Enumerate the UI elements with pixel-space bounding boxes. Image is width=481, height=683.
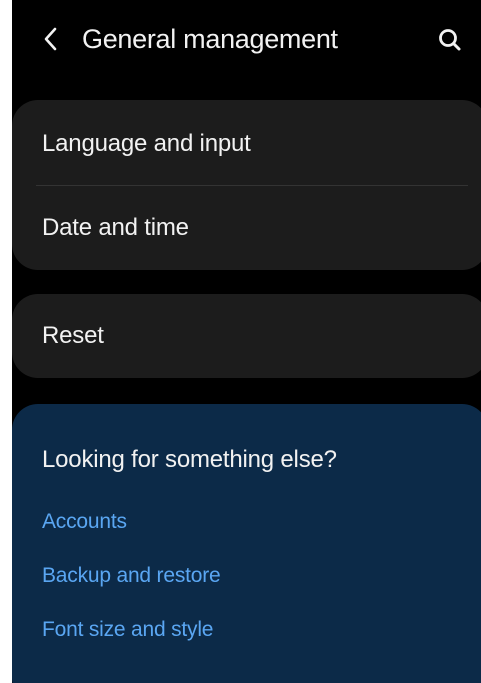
menu-item-language-and-input[interactable]: Language and input [42, 102, 468, 186]
search-icon [439, 29, 461, 51]
suggestion-link-backup-and-restore[interactable]: Backup and restore [42, 564, 221, 588]
settings-group-2: Reset [12, 294, 481, 378]
menu-item-label: Reset [42, 322, 104, 349]
suggestions-title: Looking for something else? [42, 446, 337, 473]
chevron-left-icon [44, 27, 57, 51]
suggestion-link-font-size-and-style[interactable]: Font size and style [42, 618, 213, 642]
menu-item-reset[interactable]: Reset [42, 294, 468, 378]
app-bar: General management [12, 0, 481, 80]
back-button[interactable] [34, 22, 68, 56]
settings-group-1: Language and input Date and time [12, 100, 481, 270]
suggestion-link-accounts[interactable]: Accounts [42, 510, 127, 534]
menu-item-date-and-time[interactable]: Date and time [42, 186, 468, 270]
page-title: General management [82, 24, 338, 54]
suggestions-card: Looking for something else? Accounts Bac… [12, 404, 481, 683]
menu-item-label: Language and input [42, 130, 251, 157]
search-button[interactable] [432, 22, 468, 58]
menu-item-label: Date and time [42, 214, 189, 241]
settings-screen: General management Language and input Da… [12, 0, 481, 683]
